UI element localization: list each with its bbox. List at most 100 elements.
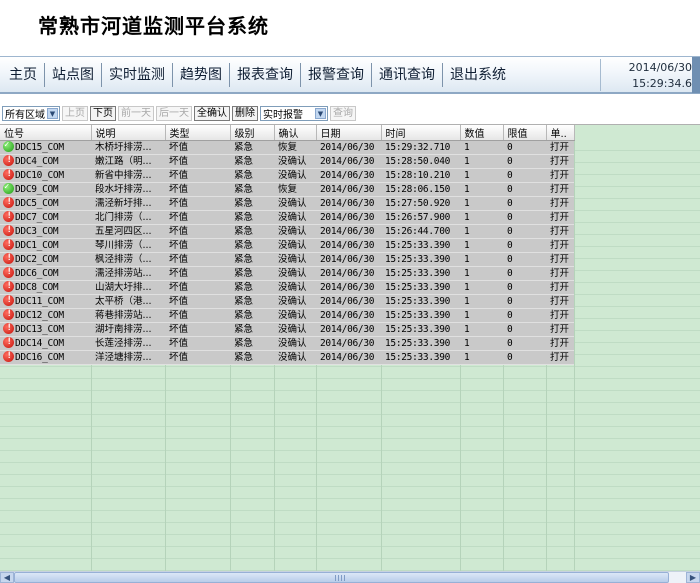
scrollbar-thumb[interactable] bbox=[14, 572, 669, 583]
mode-select-value: 实时报警 bbox=[263, 109, 303, 121]
table-row[interactable]: DDC13_COM 湖圩南排涝...坏值紧急没确认2014/06/3015:25:… bbox=[0, 322, 574, 337]
scroll-left-icon[interactable]: ◀ bbox=[0, 572, 14, 583]
table-row[interactable]: DDC11_COM 太平桥（港...坏值紧急没确认2014/06/3015:25:… bbox=[0, 294, 574, 309]
column-header-value[interactable]: 数值 bbox=[460, 125, 504, 141]
nav-trend[interactable]: 趋势图 bbox=[173, 62, 230, 87]
cell-type: 坏值 bbox=[165, 252, 230, 267]
cell-date: 2014/06/30 bbox=[316, 308, 381, 323]
cell-desc: 枫泾排涝（... bbox=[91, 252, 165, 267]
cell-ack: 没确认 bbox=[274, 154, 316, 169]
cell-time: 15:25:33.390 bbox=[381, 322, 460, 337]
cell-time: 15:26:57.900 bbox=[381, 210, 460, 225]
cell-unit: 打开 bbox=[546, 350, 574, 365]
cell-type: 坏值 bbox=[165, 140, 230, 155]
chevron-down-icon[interactable]: ▼ bbox=[47, 107, 58, 119]
cell-limit: 0 bbox=[503, 336, 546, 351]
alert-circle-icon bbox=[3, 295, 14, 306]
cell-type: 坏值 bbox=[165, 224, 230, 239]
table-row[interactable]: DDC3_COM 五星河四区...坏值紧急没确认2014/06/3015:26:4… bbox=[0, 224, 574, 239]
nav-site-map[interactable]: 站点图 bbox=[45, 62, 102, 87]
column-header-limit[interactable]: 限值 bbox=[503, 125, 547, 141]
table-row[interactable]: DDC5_COM 濡泾新圩排...坏值紧急没确认2014/06/3015:27:5… bbox=[0, 196, 574, 211]
cell-limit: 0 bbox=[503, 182, 546, 197]
main-nav: 主页 站点图 实时监测 趋势图 报表查询 报警查询 通讯查询 退出系统 2014… bbox=[0, 56, 700, 94]
table-row[interactable]: DDC16_COM 洋泾塘排涝...坏值紧急没确认2014/06/3015:25:… bbox=[0, 350, 574, 365]
column-header-ack[interactable]: 确认 bbox=[274, 125, 317, 141]
cell-type: 坏值 bbox=[165, 322, 230, 337]
nav-realtime-monitor[interactable]: 实时监测 bbox=[102, 62, 173, 87]
scroll-right-icon[interactable]: ▶ bbox=[686, 572, 700, 583]
table-row[interactable]: DDC1_COM 琴川排涝（...坏值紧急没确认2014/06/3015:25:3… bbox=[0, 238, 574, 253]
alert-circle-icon bbox=[3, 281, 14, 292]
horizontal-scrollbar[interactable]: ◀ ▶ bbox=[0, 571, 700, 583]
table-row[interactable]: DDC15_COM 木桥圩排涝...坏值紧急恢复2014/06/3015:29:3… bbox=[0, 140, 574, 155]
cell-tag: DDC10_COM bbox=[0, 168, 91, 183]
column-header-unit[interactable]: 单.. bbox=[546, 125, 575, 141]
region-select[interactable]: 所有区域 ▼ bbox=[2, 105, 60, 121]
cell-limit: 0 bbox=[503, 308, 546, 323]
cell-type: 坏值 bbox=[165, 196, 230, 211]
cell-tag-text: DDC7_COM bbox=[15, 212, 59, 223]
cell-tag: DDC7_COM bbox=[0, 210, 91, 225]
column-header-type[interactable]: 类型 bbox=[165, 125, 231, 141]
cell-date: 2014/06/30 bbox=[316, 140, 381, 155]
cell-tag-text: DDC8_COM bbox=[15, 282, 59, 293]
delete-button[interactable]: 删除 bbox=[232, 105, 258, 121]
chevron-down-icon[interactable]: ▼ bbox=[315, 107, 326, 119]
query-button[interactable]: 查询 bbox=[330, 105, 356, 121]
cell-limit: 0 bbox=[503, 350, 546, 365]
nav-exit[interactable]: 退出系统 bbox=[443, 63, 513, 87]
check-circle-icon bbox=[3, 141, 14, 152]
cell-date: 2014/06/30 bbox=[316, 252, 381, 267]
cell-level: 紧急 bbox=[230, 168, 274, 183]
cell-tag-text: DDC13_COM bbox=[15, 324, 64, 335]
cell-desc: 北门排涝（... bbox=[91, 210, 165, 225]
table-row[interactable]: DDC4_COM 嫩江路（明...坏值紧急没确认2014/06/3015:28:5… bbox=[0, 154, 574, 169]
cell-value: 1 bbox=[460, 224, 503, 239]
cell-unit: 打开 bbox=[546, 182, 574, 197]
column-header-time[interactable]: 时间 bbox=[381, 125, 461, 141]
nav-report-query[interactable]: 报表查询 bbox=[230, 62, 301, 87]
table-row[interactable]: DDC9_COM 段水圩排涝...坏值紧急恢复2014/06/3015:28:06… bbox=[0, 182, 574, 197]
table-row[interactable]: DDC10_COM 新省中排涝...坏值紧急没确认2014/06/3015:28:… bbox=[0, 168, 574, 183]
next-day-button[interactable]: 后一天 bbox=[156, 105, 192, 121]
mode-select[interactable]: 实时报警 ▼ bbox=[260, 105, 328, 121]
cell-date: 2014/06/30 bbox=[316, 210, 381, 225]
cell-tag-text: DDC2_COM bbox=[15, 254, 59, 265]
cell-limit: 0 bbox=[503, 196, 546, 211]
alert-circle-icon bbox=[3, 197, 14, 208]
table-row[interactable]: DDC12_COM 蒋巷排涝站...坏值紧急没确认2014/06/3015:25:… bbox=[0, 308, 574, 323]
table-row[interactable]: DDC2_COM 枫泾排涝（...坏值紧急没确认2014/06/3015:25:3… bbox=[0, 252, 574, 267]
cell-tag-text: DDC3_COM bbox=[15, 226, 59, 237]
cell-desc: 濡泾排涝站... bbox=[91, 266, 165, 281]
cell-value: 1 bbox=[460, 266, 503, 281]
cell-ack: 没确认 bbox=[274, 252, 316, 267]
cell-ack: 没确认 bbox=[274, 210, 316, 225]
column-header-date[interactable]: 日期 bbox=[316, 125, 382, 141]
next-page-button[interactable]: 下页 bbox=[90, 105, 116, 121]
cell-level: 紧急 bbox=[230, 196, 274, 211]
cell-desc: 山湖大圩排... bbox=[91, 280, 165, 295]
column-header-desc[interactable]: 说明 bbox=[91, 125, 166, 141]
column-header-level[interactable]: 级别 bbox=[230, 125, 275, 141]
confirm-all-button[interactable]: 全确认 bbox=[194, 105, 230, 121]
table-row[interactable]: DDC6_COM 濡泾排涝站...坏值紧急没确认2014/06/3015:25:3… bbox=[0, 266, 574, 281]
nav-comm-query[interactable]: 通讯查询 bbox=[372, 62, 443, 87]
column-header-tag[interactable]: 位号 bbox=[0, 125, 92, 141]
table-row[interactable]: DDC14_COM 长莲泾排涝...坏值紧急没确认2014/06/3015:25:… bbox=[0, 336, 574, 351]
cell-limit: 0 bbox=[503, 154, 546, 169]
cell-desc: 段水圩排涝... bbox=[91, 182, 165, 197]
table-header-row: 位号 说明 类型 级别 确认 日期 时间 数值 限值 单.. bbox=[0, 125, 575, 141]
cell-value: 1 bbox=[460, 294, 503, 309]
table-row[interactable]: DDC7_COM 北门排涝（...坏值紧急没确认2014/06/3015:26:5… bbox=[0, 210, 574, 225]
cell-time: 15:26:44.700 bbox=[381, 224, 460, 239]
nav-home[interactable]: 主页 bbox=[0, 62, 45, 87]
cell-time: 15:28:10.210 bbox=[381, 168, 460, 183]
prev-day-button[interactable]: 前一天 bbox=[118, 105, 154, 121]
nav-alarm-query[interactable]: 报警查询 bbox=[301, 62, 372, 87]
table-row[interactable]: DDC8_COM 山湖大圩排...坏值紧急没确认2014/06/3015:25:3… bbox=[0, 280, 574, 295]
cell-value: 1 bbox=[460, 154, 503, 169]
cell-level: 紧急 bbox=[230, 350, 274, 365]
cell-unit: 打开 bbox=[546, 252, 574, 267]
prev-page-button[interactable]: 上页 bbox=[62, 105, 88, 121]
